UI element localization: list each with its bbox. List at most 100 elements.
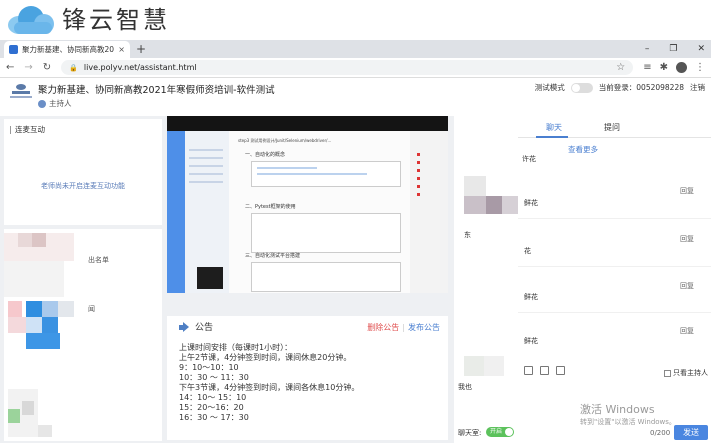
publish-notice-button[interactable]: 发布公告 xyxy=(408,323,440,332)
channel-logo-icon xyxy=(10,84,32,102)
presenter-thumbnail xyxy=(197,267,223,289)
url-text: live.polyv.net/assistant.html xyxy=(83,63,197,72)
playlist-icon[interactable]: ≡ xyxy=(643,62,651,73)
chat-side-text: 东 xyxy=(464,231,471,239)
host-only-checkbox[interactable] xyxy=(664,369,671,377)
header-right: 测试模式 当前登录：0052098228 注销 xyxy=(535,82,705,93)
reply-link[interactable]: 回复 xyxy=(680,186,694,196)
main-area: 连麦互动 老师尚未开启连麦互动功能 出名单 闻 step3 测试用例设计/Jun… xyxy=(0,116,711,443)
puzzle-icon[interactable]: ✱ xyxy=(660,62,668,73)
bookmark-star-icon[interactable]: ☆ xyxy=(616,62,625,73)
char-counter: 0/200 xyxy=(650,429,671,437)
profile-avatar[interactable] xyxy=(676,62,687,73)
chat-message: 鲜花 xyxy=(524,199,538,207)
blurred-avatar xyxy=(8,317,26,333)
chatroom-toggle[interactable]: 开启 xyxy=(486,427,514,437)
close-window-icon[interactable]: ✕ xyxy=(697,42,705,56)
nav-line xyxy=(189,165,223,167)
back-arrow-icon[interactable]: ← xyxy=(6,62,14,73)
chat-message: 鲜花 xyxy=(524,337,538,345)
blurred-avatar xyxy=(502,196,518,214)
cloud-logo-icon xyxy=(8,4,54,36)
chat-toolbar xyxy=(524,366,565,375)
notice-title: 公告 xyxy=(195,323,214,333)
nav-line xyxy=(189,181,223,183)
maximize-icon[interactable]: ❐ xyxy=(669,42,677,56)
marker-dot xyxy=(417,153,420,156)
notice-line: 16：30 ～ 17：30 xyxy=(179,413,249,422)
blurred-avatar xyxy=(42,317,58,333)
lock-icon: 🔒 xyxy=(69,63,78,72)
logo-strip: 锋云智慧 xyxy=(0,0,711,40)
slide-box xyxy=(251,213,401,253)
emoji-icon[interactable] xyxy=(524,366,533,375)
notice-header: 公告 xyxy=(179,320,213,333)
host-info: 主持人 xyxy=(38,98,72,109)
page-header: 聚力新基建、协同新高教2021年寒假师资培训-软件测试 主持人 测试模式 当前登… xyxy=(0,78,711,116)
forward-arrow-icon[interactable]: → xyxy=(24,62,32,73)
blurred-avatar xyxy=(26,317,42,333)
notice-line: 15：20～16：20 xyxy=(179,403,244,412)
tab-title: 聚力新基建、协同新高教2021 xyxy=(22,45,115,54)
notice-panel: 公告 删除公告 | 发布公告 上课时间安排（每课时1小时）： 上午2节课，4分钟签到… xyxy=(167,316,448,440)
chat-tabs: 聊天 提问 xyxy=(518,116,711,138)
blurred-avatar xyxy=(486,196,502,214)
divider xyxy=(518,312,711,313)
notice-actions: 删除公告 | 发布公告 xyxy=(367,323,440,332)
blurred-avatar xyxy=(58,301,74,317)
mic-status-message: 老师尚未开启连麦互动功能 xyxy=(41,182,125,190)
tab-chat[interactable]: 聊天 xyxy=(546,122,562,133)
nav-line xyxy=(189,149,223,151)
blurred-avatar xyxy=(38,425,52,437)
slide-section-3: 三、自动化测试平台搭建 xyxy=(245,253,301,259)
blurred-avatar xyxy=(18,233,32,247)
activation-watermark-title: 激活 Windows xyxy=(580,403,655,416)
chat-side-text: 我也 xyxy=(458,383,472,391)
delete-notice-button[interactable]: 删除公告 xyxy=(367,323,399,332)
new-tab-button[interactable]: + xyxy=(136,42,146,56)
chat-message: 许花 xyxy=(522,155,536,163)
member-label: 闻 xyxy=(88,305,95,313)
browser-tab[interactable]: 聚力新基建、协同新高教2021 × xyxy=(4,41,130,58)
video-player[interactable]: step3 测试用例设计/Junit/Selenium/webdriver/..… xyxy=(167,116,448,293)
reply-link[interactable]: 回复 xyxy=(680,234,694,244)
view-more-link[interactable]: 查看更多 xyxy=(568,144,598,155)
divider xyxy=(518,218,711,219)
host-only-filter[interactable]: 只看主持人 xyxy=(664,368,708,378)
notice-line: 9：10～10：10 xyxy=(179,363,239,372)
reply-link[interactable]: 回复 xyxy=(680,281,694,291)
edit-icon[interactable] xyxy=(540,366,549,375)
browser-tabbar: 聚力新基建、协同新高教2021 × + – ❐ ✕ xyxy=(0,40,711,58)
blurred-avatar xyxy=(8,301,22,317)
slide-box xyxy=(251,262,401,292)
test-mode-label: 测试模式 xyxy=(534,83,565,92)
favicon-icon xyxy=(9,45,18,54)
blurred-avatar xyxy=(464,196,486,214)
test-mode-toggle[interactable] xyxy=(570,82,593,93)
chat-panel: 聊天 提问 查看更多 许花 鲜花 回复 东 回复 花 回复 鲜花 回复 鲜花 我… xyxy=(454,116,711,443)
reload-icon[interactable]: ↻ xyxy=(43,62,51,73)
tab-indicator xyxy=(536,136,568,138)
slide-line xyxy=(257,173,367,175)
nav-line xyxy=(189,173,223,175)
image-icon[interactable] xyxy=(556,366,565,375)
notice-line: 下午3节课，4分钟签到时间，课间各休息10分钟。 xyxy=(179,383,360,392)
url-input[interactable]: 🔒 live.polyv.net/assistant.html ☆ xyxy=(61,60,634,75)
close-tab-icon[interactable]: × xyxy=(118,45,125,54)
notice-line: 上午2节课，4分钟签到时间，课间休息20分钟。 xyxy=(179,353,352,362)
chat-message: 鲜花 xyxy=(524,293,538,301)
tab-question[interactable]: 提问 xyxy=(604,122,620,133)
reply-link[interactable]: 回复 xyxy=(680,326,694,336)
brand-name: 锋云智慧 xyxy=(62,6,170,34)
blurred-avatar xyxy=(42,301,58,317)
marker-dot xyxy=(417,161,420,164)
marker-dot xyxy=(417,193,420,196)
mic-panel: 连麦互动 老师尚未开启连麦互动功能 xyxy=(4,119,162,225)
minimize-icon[interactable]: – xyxy=(645,42,650,56)
blurred-avatar xyxy=(8,409,20,423)
logout-link[interactable]: 注销 xyxy=(690,82,705,93)
blurred-avatar xyxy=(26,301,42,317)
menu-dots-icon[interactable]: ⋮ xyxy=(695,62,705,73)
blurred-avatar xyxy=(4,261,64,297)
send-button[interactable]: 发送 xyxy=(674,425,708,440)
